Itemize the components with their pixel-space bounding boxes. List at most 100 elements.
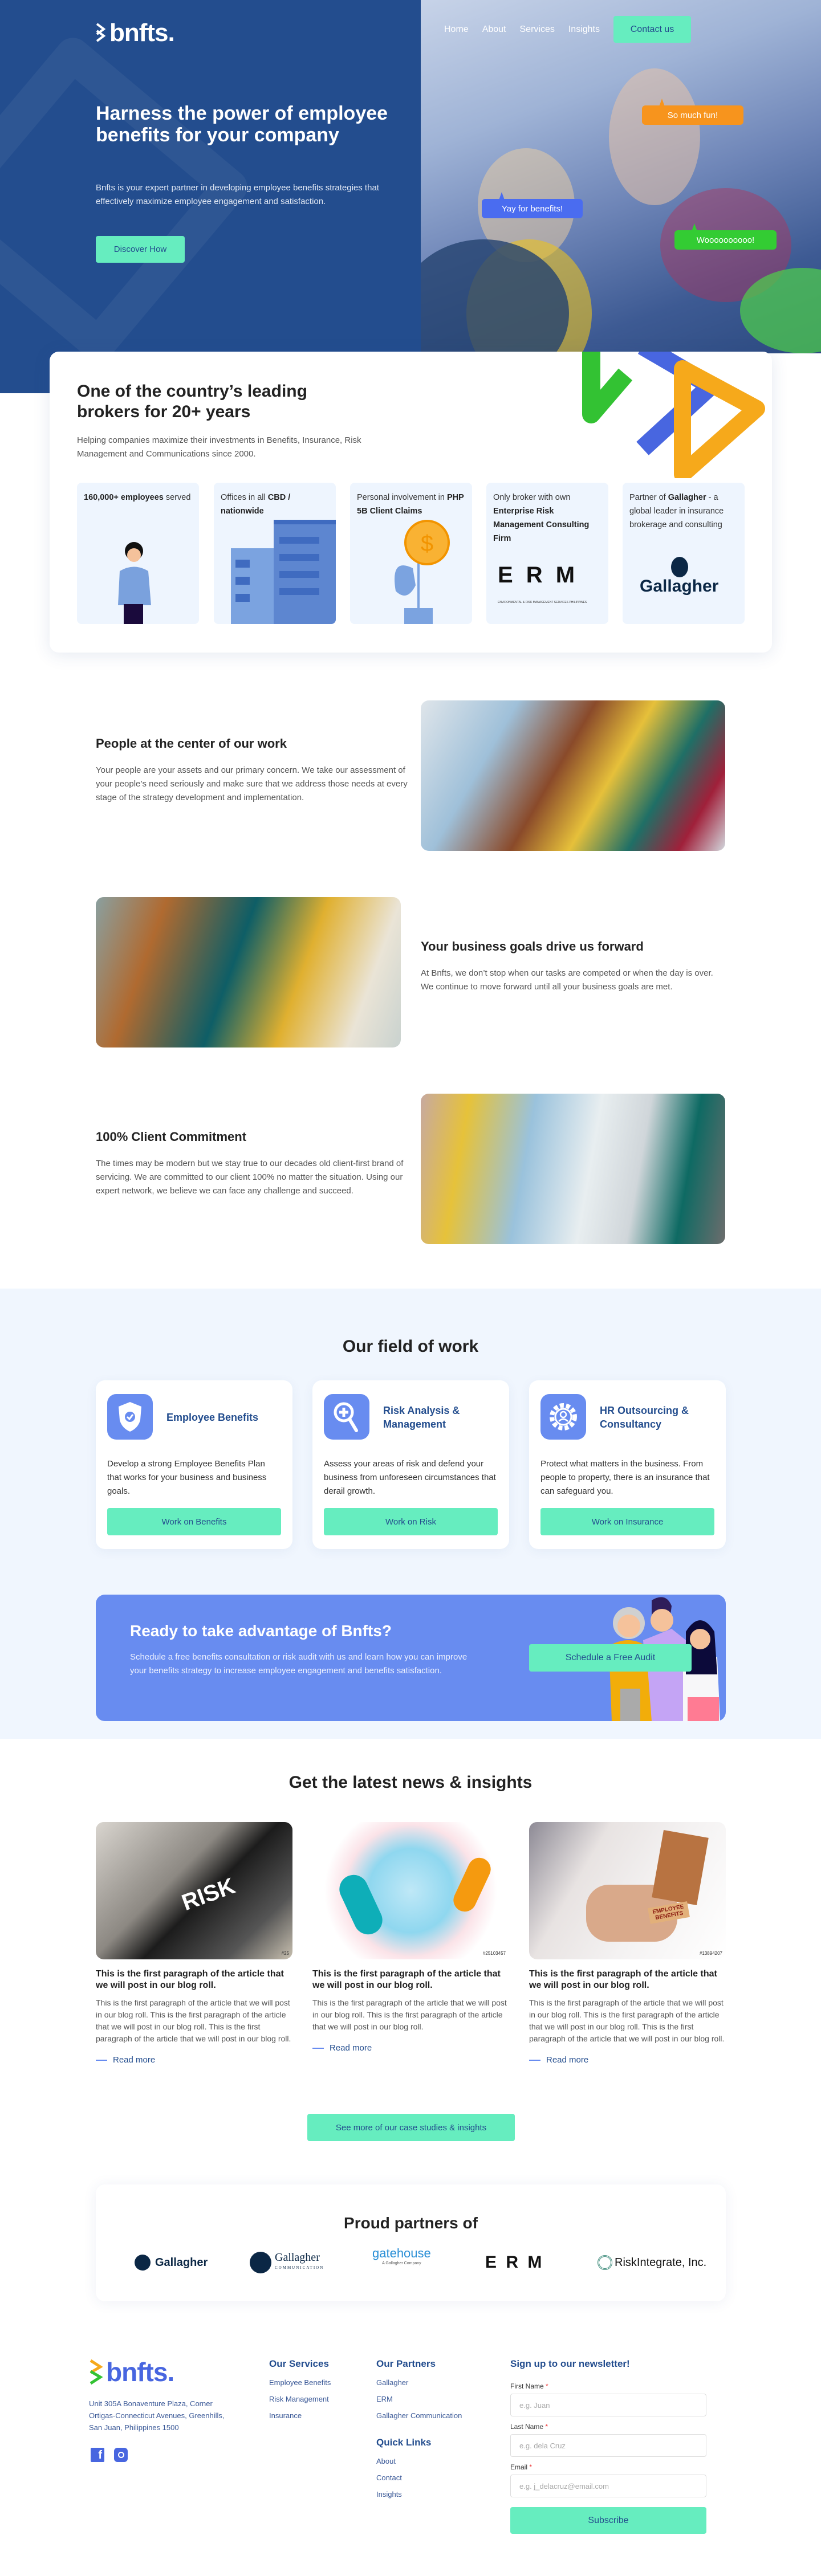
article-title[interactable]: This is the first paragraph of the artic… <box>96 1968 292 1991</box>
partner-logo-subtext: A Gallagher Company <box>382 2261 421 2265</box>
last-name-input[interactable] <box>510 2434 706 2457</box>
article-card[interactable]: #25103457 This is the first paragraph of… <box>312 1822 509 2053</box>
footer-logo[interactable]: bnfts. <box>89 2357 174 2387</box>
partner-logo-text: gatehouse <box>372 2246 431 2260</box>
feature-card: Only broker with own Enterprise Risk Man… <box>486 483 608 624</box>
feature-text: Offices in all <box>221 493 268 502</box>
footer-link[interactable]: About <box>376 2457 396 2465</box>
schedule-audit-button[interactable]: Schedule a Free Audit <box>529 1644 692 1672</box>
contact-us-button[interactable]: Contact us <box>613 16 691 43</box>
hero-text: Bnfts is your expert partner in developi… <box>96 183 379 206</box>
gear-person-icon <box>540 1394 586 1440</box>
gallagher-globe-icon <box>671 557 688 577</box>
partner-logo-text: Gallagher <box>275 2251 320 2264</box>
partner-logo-riskintegrate[interactable]: RiskIntegrate, Inc. <box>598 2248 706 2277</box>
instagram-icon[interactable] <box>114 2448 128 2462</box>
partner-logo-text: RiskIntegrate, Inc. <box>615 2256 707 2269</box>
brand-chevrons-icon <box>582 352 765 478</box>
footer-link[interactable]: Risk Management <box>269 2395 329 2403</box>
subscribe-button[interactable]: Subscribe <box>510 2507 706 2534</box>
article-title[interactable]: This is the first paragraph of the artic… <box>312 1968 509 1991</box>
service-title: HR Outsourcing & Consultancy <box>600 1405 689 1430</box>
read-more-link[interactable]: Read more <box>312 2043 509 2053</box>
main-nav: Home About Services Insights Contact us <box>444 16 691 43</box>
shield-check-icon <box>107 1394 153 1440</box>
last-name-label: Last Name * <box>510 2423 548 2431</box>
buildings-illustration-icon <box>231 520 336 624</box>
footer-link[interactable]: Gallagher <box>376 2378 408 2387</box>
logo[interactable]: bnfts. <box>96 19 175 47</box>
partner-logo-erm[interactable]: E R M <box>485 2248 544 2277</box>
value-title: Your business goals drive us forward <box>421 939 644 953</box>
gallagher-logo: Gallagher <box>640 577 719 596</box>
hero-photo <box>421 0 821 353</box>
article-image: EMPLOYEE BENEFITS #13894207 <box>529 1822 726 1959</box>
nav-services[interactable]: Services <box>520 25 555 35</box>
service-card: Employee Benefits Develop a strong Emplo… <box>96 1380 292 1549</box>
about-card: One of the country’s leading brokers for… <box>50 352 772 653</box>
newsletter-title: Sign up to our newsletter! <box>510 2358 630 2369</box>
partner-logo-subtext: COMMUNICATION <box>275 2265 324 2270</box>
feature-bold: Gallagher <box>668 493 706 502</box>
speech-bubble: So much fun! <box>642 99 743 125</box>
handshake-photo <box>421 1094 725 1244</box>
partner-logo-gallagher-communication[interactable]: Gallagher COMMUNICATION <box>250 2248 324 2277</box>
footer-link[interactable]: Contact <box>376 2473 402 2482</box>
service-text: Develop a strong Employee Benefits Plan … <box>107 1459 267 1496</box>
feature-text: Partner of <box>629 493 668 502</box>
footer-link[interactable]: Employee Benefits <box>269 2378 331 2387</box>
gallagher-globe-icon <box>135 2255 151 2271</box>
service-title: Risk Analysis & Management <box>383 1405 460 1430</box>
discover-how-button[interactable]: Discover How <box>96 236 185 263</box>
speech-bubble: Woooooooooo! <box>674 223 777 250</box>
nav-about[interactable]: About <box>482 25 506 35</box>
hero-title: Harness the power of employee benefits f… <box>96 103 388 146</box>
cta-title: Ready to take advantage of Bnfts? <box>130 1622 392 1640</box>
news-title: Get the latest news & insights <box>288 1773 533 1792</box>
feature-text: Personal involvement in <box>357 493 447 502</box>
email-input[interactable] <box>510 2475 706 2497</box>
facebook-icon[interactable]: f <box>91 2448 104 2462</box>
article-text: This is the first paragraph of the artic… <box>529 1998 725 2043</box>
feature-bold: 160,000+ employees <box>84 493 164 502</box>
feature-card: 160,000+ employees served <box>77 483 199 624</box>
nav-insights[interactable]: Insights <box>568 25 600 35</box>
cta-text: Schedule a free benefits consultation or… <box>130 1652 468 1676</box>
first-name-label: First Name * <box>510 2382 548 2390</box>
footer-link[interactable]: Insights <box>376 2490 402 2498</box>
partner-logo-gallagher[interactable]: Gallagher <box>135 2248 208 2277</box>
article-text: This is the first paragraph of the artic… <box>96 1998 291 2043</box>
work-on-benefits-button[interactable]: Work on Benefits <box>107 1508 281 1535</box>
article-card[interactable]: EMPLOYEE BENEFITS #13894207 This is the … <box>529 1822 726 2065</box>
work-on-risk-button[interactable]: Work on Risk <box>324 1508 498 1535</box>
footer-link[interactable]: Gallagher Communication <box>376 2411 462 2420</box>
read-more-link[interactable]: Read more <box>529 2055 726 2065</box>
service-text: Protect what matters in the business. Fr… <box>540 1459 710 1496</box>
article-text: This is the first paragraph of the artic… <box>312 1998 507 2031</box>
coin-plant-illustration-icon: $ <box>395 520 450 624</box>
footer-link[interactable]: Insurance <box>269 2411 302 2420</box>
footer-link[interactable]: ERM <box>376 2395 393 2403</box>
service-card: HR Outsourcing & Consultancy Protect wha… <box>529 1380 726 1549</box>
erm-logo: E R M <box>498 563 579 588</box>
logo-mark-icon <box>96 23 106 42</box>
service-text: Assess your areas of risk and defend you… <box>324 1459 496 1496</box>
partner-logo-gatehouse[interactable]: gatehouse A Gallagher Company <box>372 2246 431 2277</box>
field-title: Our field of work <box>342 1337 479 1356</box>
read-more-link[interactable]: Read more <box>96 2055 292 2065</box>
feature-text: Only broker with own <box>493 493 571 502</box>
nav-home[interactable]: Home <box>444 25 469 35</box>
article-card[interactable]: RISK #25 This is the first paragraph of … <box>96 1822 292 2065</box>
article-image: #25103457 <box>312 1822 509 1959</box>
see-more-insights-button[interactable]: See more of our case studies & insights <box>307 2114 515 2141</box>
work-on-insurance-button[interactable]: Work on Insurance <box>540 1508 714 1535</box>
footer-logo-text: bnfts. <box>106 2357 174 2387</box>
footer-address: Unit 305A Bonaventure Plaza, Corner Orti… <box>89 2399 225 2432</box>
partners-card: Proud partners of Gallagher Gallagher COM… <box>96 2184 726 2301</box>
feature-card: Partner of Gallagher - a global leader i… <box>623 483 745 624</box>
first-name-input[interactable] <box>510 2394 706 2416</box>
article-title[interactable]: This is the first paragraph of the artic… <box>529 1968 726 1991</box>
value-text: Your people are your assets and our prim… <box>96 765 408 802</box>
feature-card: Offices in all CBD / nationwide <box>214 483 336 624</box>
feature-text: served <box>163 493 191 502</box>
